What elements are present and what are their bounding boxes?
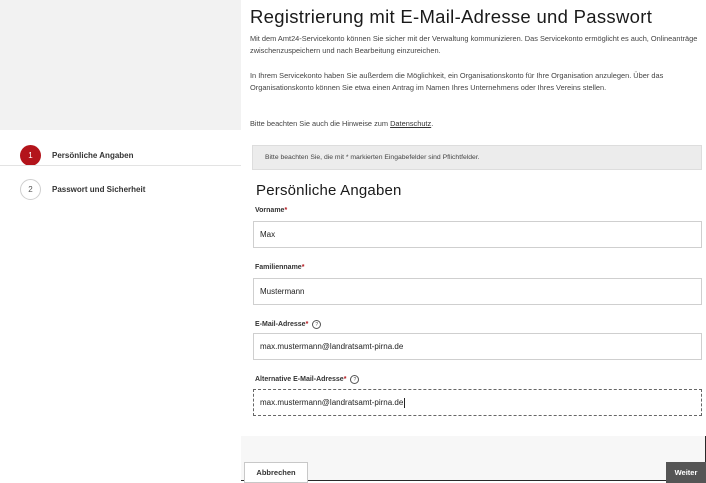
vorname-label: Vorname *	[255, 207, 287, 214]
required-mark: *	[343, 376, 347, 383]
page-title: Registrierung mit E-Mail-Adresse und Pas…	[250, 6, 653, 27]
familienname-label-text: Familienname	[255, 264, 302, 271]
intro-paragraph-3: Bitte beachten Sie auch die Hinweise zum…	[250, 118, 706, 130]
required-mark: *	[301, 264, 305, 271]
step-personal-data[interactable]: 1 Persönliche Angaben	[20, 143, 134, 167]
alt-email-input[interactable]: max.mustermann@landratsamt-pirna.de	[253, 389, 702, 416]
familienname-value: Mustermann	[260, 287, 305, 296]
section-title: Persönliche Angaben	[256, 182, 402, 199]
familienname-input[interactable]: Mustermann	[253, 278, 702, 305]
privacy-link[interactable]: Datenschutz	[390, 119, 431, 128]
required-mark: *	[305, 321, 309, 328]
email-label-text: E-Mail-Adresse	[255, 321, 306, 328]
email-input[interactable]: max.mustermann@landratsamt-pirna.de	[253, 333, 702, 360]
step-number-badge: 2	[20, 178, 41, 200]
sidebar-header-area	[0, 0, 241, 130]
email-label: E-Mail-Adresse * ?	[255, 320, 322, 329]
alt-email-label-text: Alternative E-Mail-Adresse	[255, 376, 344, 383]
question-circle-icon[interactable]: ?	[350, 375, 360, 384]
question-circle-icon[interactable]: ?	[312, 320, 322, 329]
intro-paragraph-2: In Ihrem Servicekonto haben Sie außerdem…	[250, 71, 664, 92]
vorname-label-text: Vorname	[255, 207, 285, 214]
alt-email-label: Alternative E-Mail-Adresse * ?	[255, 375, 360, 384]
step-password-security[interactable]: 2 Passwort und Sicherheit	[20, 177, 145, 201]
privacy-hint-text: Bitte beachten Sie auch die Hinweise zum	[250, 119, 391, 128]
step-label: Passwort und Sicherheit	[52, 184, 146, 194]
step-label: Persönliche Angaben	[52, 150, 134, 160]
privacy-hint-end: .	[431, 119, 434, 128]
alt-email-value: max.mustermann@landratsamt-pirna.de	[260, 398, 404, 407]
email-value: max.mustermann@landratsamt-pirna.de	[260, 342, 404, 351]
step-divider	[0, 165, 241, 166]
familienname-label: Familienname *	[255, 264, 304, 271]
next-button[interactable]: Weiter	[666, 462, 706, 483]
intro-paragraph-1: Mit dem Amt24-Servicekonto können Sie si…	[250, 34, 698, 55]
step-number-badge: 1	[20, 144, 41, 166]
vorname-value: Max	[260, 230, 276, 239]
required-mark: *	[284, 207, 288, 214]
required-fields-notice: Bitte beachten Sie, die mit * markierten…	[252, 145, 702, 170]
cancel-button[interactable]: Abbrechen	[244, 462, 308, 483]
text-cursor	[404, 397, 406, 408]
vorname-input[interactable]: Max	[253, 221, 702, 248]
